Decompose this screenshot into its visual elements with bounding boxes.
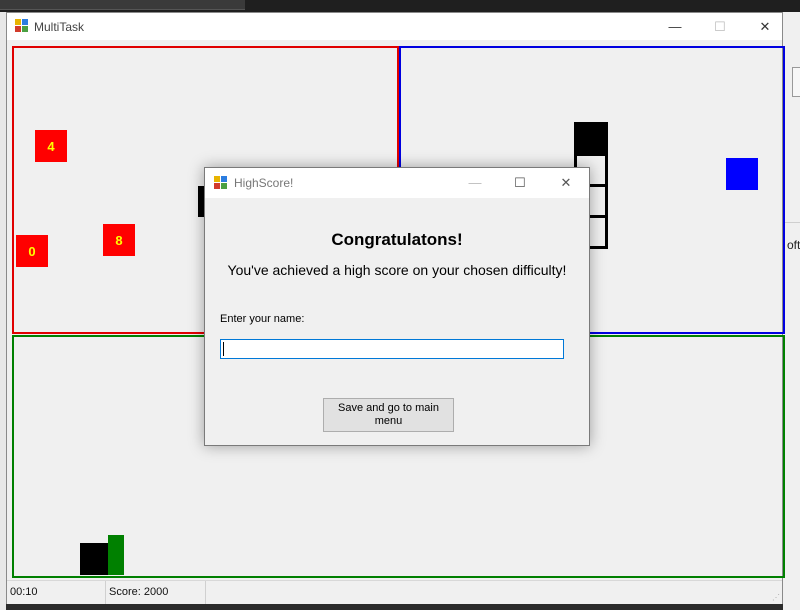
app-icon [15, 19, 28, 32]
number-box: 0 [16, 235, 48, 267]
status-time: 00:10 [7, 581, 106, 604]
close-button[interactable]: ✕ [742, 13, 788, 40]
dialog-app-icon [214, 176, 227, 189]
highscore-message: You've achieved a high score on your cho… [227, 262, 567, 278]
dialog-title: HighScore! [234, 176, 294, 190]
number-box: 8 [103, 224, 135, 256]
name-input[interactable] [220, 339, 564, 359]
background-divider [783, 222, 800, 223]
stack-cell [574, 122, 608, 156]
dialog-maximize-button[interactable]: ☐ [497, 168, 543, 198]
background-button [792, 67, 800, 97]
congratulations-heading: Congratulatons! [331, 230, 463, 249]
window-title: MultiTask [34, 20, 85, 34]
background-right-strip [783, 12, 800, 610]
blue-square [726, 158, 758, 190]
save-and-go-to-main-menu-button[interactable]: Save and go to main menu [323, 398, 454, 432]
resize-grip-icon[interactable]: ⋰ [772, 593, 780, 602]
background-text: oft [787, 238, 800, 252]
statusbar: 00:10 Score: 2000 ⋰ [7, 580, 782, 604]
dialog-titlebar: HighScore! — ☐ ✕ [205, 168, 589, 198]
name-label: Enter your name: [220, 313, 305, 325]
minimize-button[interactable]: — [652, 13, 698, 40]
text-caret [223, 342, 224, 356]
background-tab [0, 0, 245, 10]
maximize-button[interactable]: ☐ [697, 13, 743, 40]
highscore-dialog: HighScore! — ☐ ✕ Congratulatons! You've … [204, 167, 590, 446]
black-obstacle [80, 543, 108, 575]
green-player [108, 535, 124, 575]
status-score: Score: 2000 [106, 581, 206, 604]
dialog-minimize-button[interactable]: — [452, 168, 498, 198]
window-titlebar: MultiTask — ☐ ✕ [7, 13, 782, 40]
dialog-close-button[interactable]: ✕ [543, 168, 589, 198]
number-box: 4 [35, 130, 67, 162]
